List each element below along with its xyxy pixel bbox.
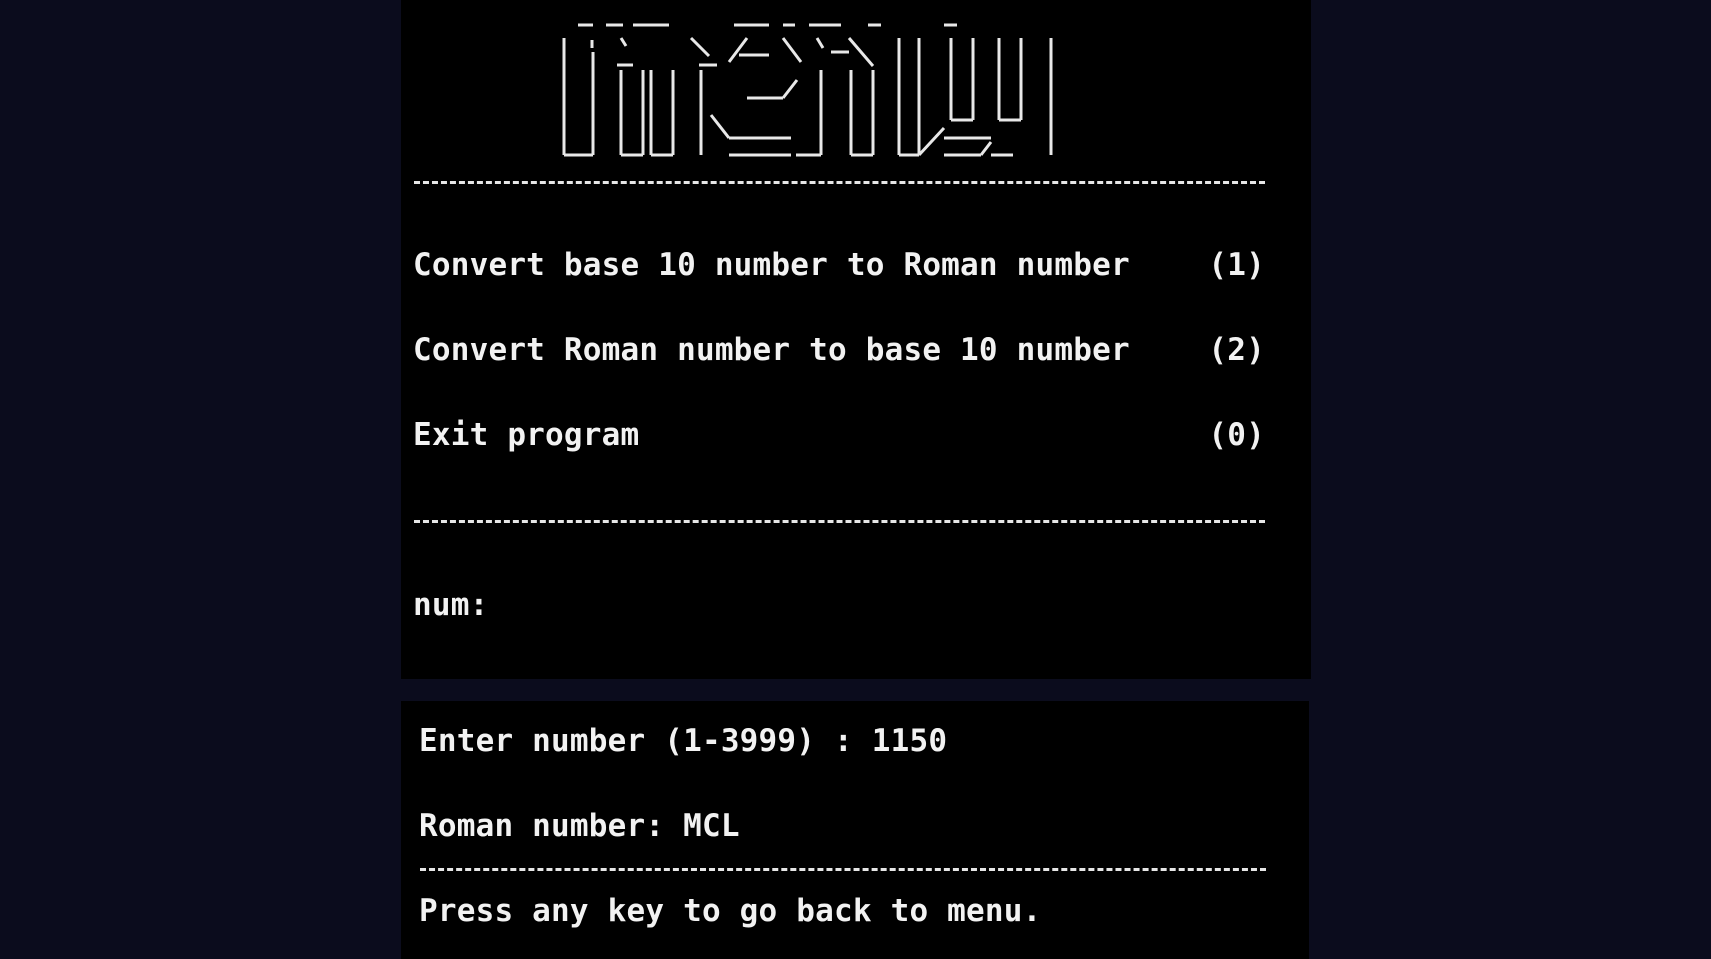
separator-bottom [414, 520, 1265, 523]
menu-item-exit-program-key: (0) [1208, 417, 1265, 453]
enter-number-line[interactable]: Enter number (1-3999) : 1150 [419, 723, 947, 759]
ascii-banner-art [562, 23, 1053, 157]
separator-top [414, 181, 1265, 184]
menu-item-decimal-to-roman-key: (1) [1208, 247, 1265, 283]
ascii-menu-banner: menu [551, 10, 1111, 160]
menu-console-window: menu Convert base 10 number to Roman num… [401, 0, 1311, 679]
menu-item-roman-to-decimal: Convert Roman number to base 10 number [413, 332, 1130, 368]
num-prompt[interactable]: num: [413, 587, 488, 623]
result-console-window: Enter number (1-3999) : 1150 Roman numbe… [401, 701, 1309, 959]
result-separator [420, 868, 1266, 871]
menu-item-decimal-to-roman: Convert base 10 number to Roman number [413, 247, 1130, 283]
menu-item-roman-to-decimal-key: (2) [1208, 332, 1265, 368]
press-key-back-line: Press any key to go back to menu. [419, 893, 1042, 929]
roman-number-output: Roman number: MCL [419, 808, 740, 844]
menu-item-exit-program: Exit program [413, 417, 640, 453]
